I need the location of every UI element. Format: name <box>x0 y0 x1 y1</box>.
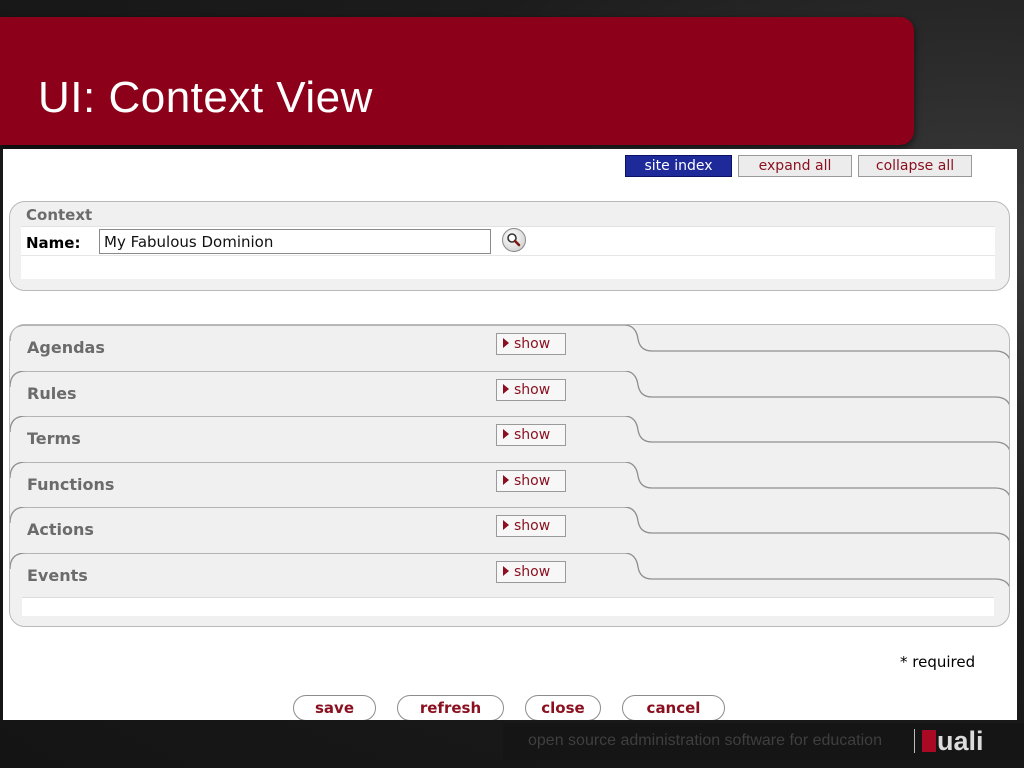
refresh-button[interactable]: refresh <box>397 695 504 720</box>
section-row-rules: Rules show <box>10 370 1009 417</box>
section-row-events: Events show <box>10 552 1009 599</box>
context-section: Context Name: <box>9 201 1010 291</box>
show-toggle-rules[interactable]: show <box>496 378 566 401</box>
show-toggle-label: show <box>514 381 551 398</box>
slide-title: UI: Context View <box>38 73 373 122</box>
expand-all-button[interactable]: expand all <box>738 155 852 177</box>
row-divider <box>21 255 995 256</box>
show-toggle-actions[interactable]: show <box>496 515 566 537</box>
section-row-actions: Actions show <box>10 507 1009 553</box>
triangle-right-icon <box>503 338 509 348</box>
section-label: Rules <box>27 383 77 403</box>
triangle-right-icon <box>503 383 509 394</box>
show-toggle-label: show <box>514 563 551 580</box>
section-row-functions: Functions show <box>10 461 1009 508</box>
sections-container: Agendas show Rules show Terms show Functions sh… <box>9 324 1010 627</box>
kuali-k-mark <box>922 730 936 752</box>
show-toggle-functions[interactable]: show <box>496 469 566 492</box>
section-label: Agendas <box>27 338 105 357</box>
kuali-logo: uali <box>922 726 1006 756</box>
triangle-right-icon <box>503 429 509 439</box>
section-label: Events <box>27 565 88 585</box>
footer-tagline: open source administration software for … <box>528 732 882 749</box>
required-note: * required <box>900 653 976 671</box>
show-toggle-label: show <box>514 427 551 443</box>
collapse-all-button[interactable]: collapse all <box>858 155 972 177</box>
section-label: Terms <box>27 429 81 448</box>
context-title: Context <box>26 206 93 224</box>
cancel-button[interactable]: cancel <box>622 695 725 720</box>
title-banner: UI: Context View <box>0 17 914 145</box>
name-label: Name: <box>26 234 81 252</box>
sections-footer-row <box>22 597 994 616</box>
triangle-right-icon <box>503 520 509 530</box>
show-toggle-label: show <box>514 518 551 534</box>
show-toggle-label: show <box>514 336 551 352</box>
section-label: Actions <box>27 520 94 539</box>
magnifier-icon[interactable] <box>502 228 526 252</box>
triangle-right-icon <box>503 474 509 485</box>
save-button[interactable]: save <box>293 695 376 720</box>
show-toggle-events[interactable]: show <box>496 560 566 583</box>
site-index-button[interactable]: site index <box>625 155 732 177</box>
show-toggle-label: show <box>514 472 551 489</box>
section-row-agendas: Agendas show <box>10 325 1009 371</box>
section-row-terms: Terms show <box>10 416 1009 462</box>
magnifier-glyph <box>507 233 521 247</box>
kuali-logo-text: uali <box>937 726 984 756</box>
footer-divider <box>914 729 915 753</box>
section-label: Functions <box>27 474 115 494</box>
context-name-input[interactable] <box>99 229 491 254</box>
show-toggle-agendas[interactable]: show <box>496 333 566 355</box>
triangle-right-icon <box>503 565 509 576</box>
close-button[interactable]: close <box>525 695 601 720</box>
show-toggle-terms[interactable]: show <box>496 424 566 446</box>
screenshot-panel: site index expand all collapse all Conte… <box>3 149 1017 720</box>
